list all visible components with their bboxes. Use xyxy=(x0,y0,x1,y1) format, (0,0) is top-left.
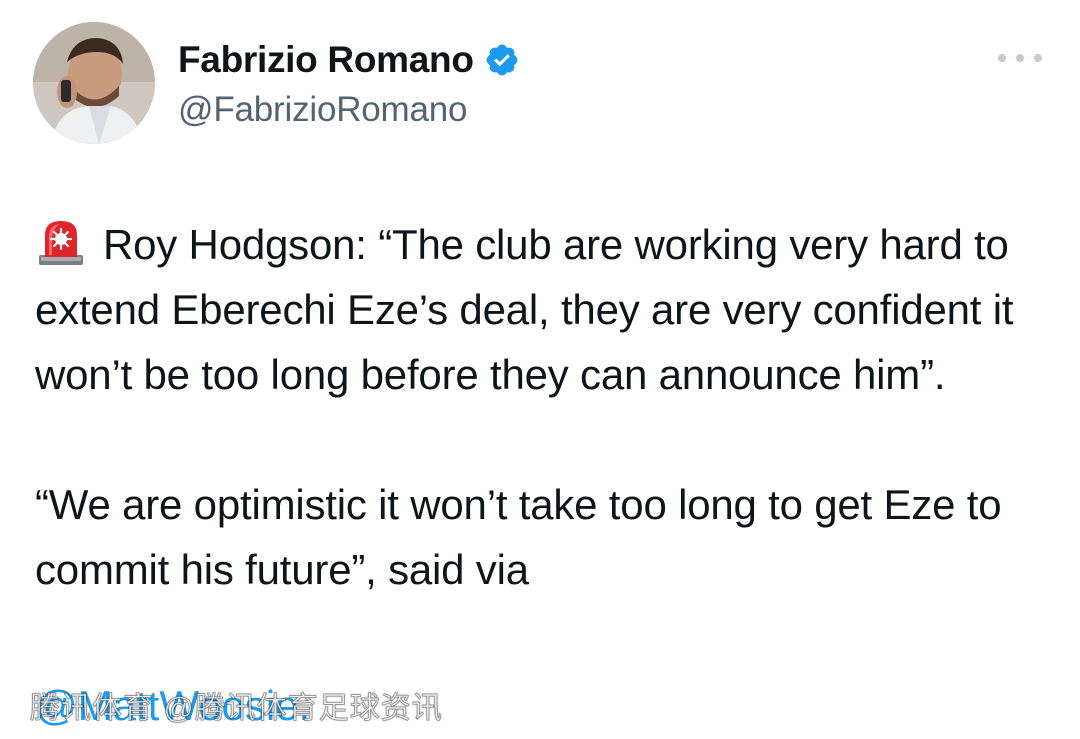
tweet-paragraph-2-text: “We are optimistic it won’t take too lon… xyxy=(35,481,1002,593)
tweet-card: Fabrizio Romano @FabrizioRomano Roy Hodg… xyxy=(0,0,1080,739)
dot xyxy=(998,54,1006,62)
avatar-photo-icon xyxy=(33,22,155,144)
tweet-text: Roy Hodgson: “The club are working very … xyxy=(35,212,1045,602)
dot xyxy=(1034,54,1042,62)
watermark-text: 腾讯体育 @腾讯体育足球资讯 xyxy=(30,692,443,726)
author-block: Fabrizio Romano @FabrizioRomano xyxy=(178,36,520,130)
dot xyxy=(1016,54,1024,62)
more-options-icon[interactable] xyxy=(998,50,1042,66)
police-siren-icon xyxy=(35,218,87,265)
display-name[interactable]: Fabrizio Romano xyxy=(178,39,474,81)
tweet-paragraph-2: “We are optimistic it won’t take too lon… xyxy=(35,472,1045,602)
avatar[interactable] xyxy=(33,22,155,144)
tweet-paragraph-1-text: Roy Hodgson: “The club are working very … xyxy=(35,221,1014,398)
verified-badge-icon xyxy=(484,42,520,78)
name-row: Fabrizio Romano xyxy=(178,36,520,84)
user-handle[interactable]: @FabrizioRomano xyxy=(178,90,520,130)
tweet-paragraph-1: Roy Hodgson: “The club are working very … xyxy=(35,212,1045,407)
